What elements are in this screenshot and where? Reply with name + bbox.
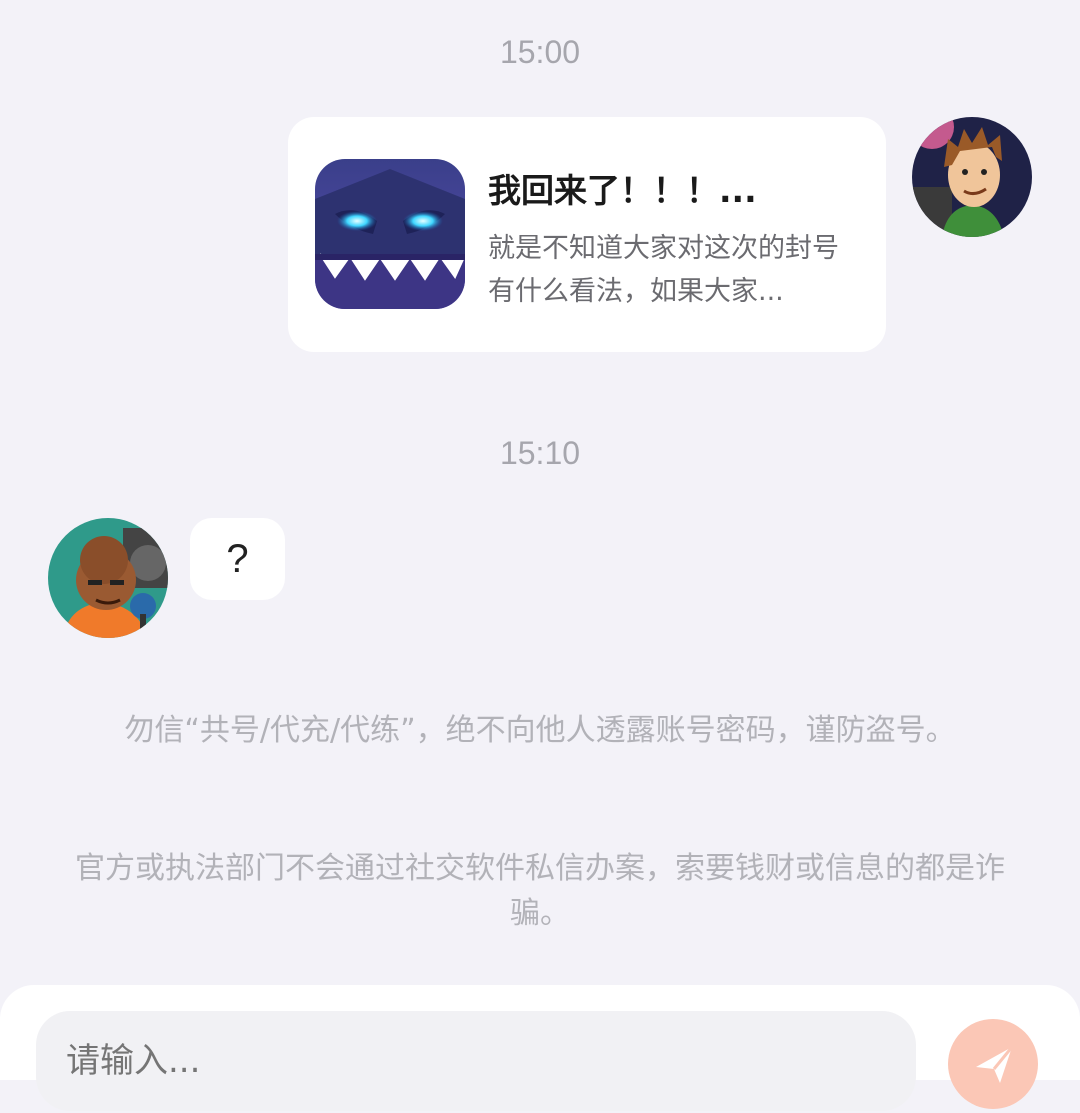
security-notice-fraud: 官方或执法部门不会通过社交软件私信办案，索要钱财或信息的都是诈骗。: [75, 851, 1005, 931]
incoming-message-bubble[interactable]: ?: [190, 518, 285, 600]
shared-post-title: 我回来了！！！...: [488, 171, 757, 210]
message-timestamp: 15:00: [499, 34, 581, 70]
message-composer: [0, 985, 1080, 1111]
send-button[interactable]: [948, 1019, 1038, 1109]
shared-post-card[interactable]: 我回来了！！！... 就是不知道大家对这次的封号有什么看法，如果大家...: [288, 117, 886, 352]
shared-post-description: 就是不知道大家对这次的封号有什么看法，如果大家...: [488, 233, 839, 307]
contact-avatar[interactable]: [48, 518, 168, 638]
security-notice-account: 勿信“共号/代充/代练”，绝不向他人透露账号密码，谨防盗号。: [124, 713, 956, 748]
send-icon: [976, 1046, 1014, 1083]
my-avatar[interactable]: [912, 117, 1032, 237]
message-timestamp: 15:10: [499, 435, 581, 471]
message-input[interactable]: [36, 1011, 916, 1111]
post-thumbnail: [315, 159, 465, 309]
